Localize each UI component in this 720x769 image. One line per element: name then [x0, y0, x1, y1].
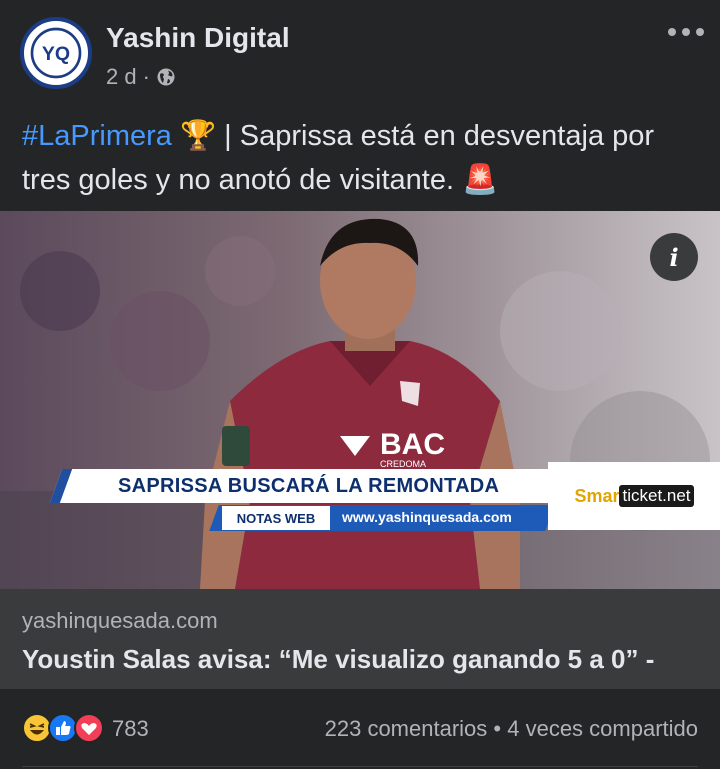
reaction-count[interactable]: 783 — [112, 716, 149, 742]
love-icon — [74, 713, 104, 743]
sponsor-prefix: Smar — [574, 485, 620, 506]
comments-count[interactable]: 223 comentarios — [325, 716, 488, 741]
image-url-overlay: www.yashinquesada.com — [342, 509, 512, 525]
post-time[interactable]: 2 d — [106, 64, 137, 90]
shares-count[interactable]: 4 veces compartido — [507, 716, 698, 741]
jersey-sponsor: BAC — [380, 428, 445, 461]
globe-icon — [157, 68, 175, 86]
more-dot — [682, 28, 690, 36]
trophy-icon: 🏆 — [179, 120, 217, 152]
more-dot — [668, 28, 676, 36]
hashtag-link[interactable]: #LaPrimera — [22, 120, 172, 152]
post-text: #LaPrimera 🏆 | Saprissa está en desventa… — [22, 114, 702, 202]
reactions-summary[interactable] — [22, 713, 108, 743]
count-separator: • — [493, 716, 502, 741]
info-button[interactable]: i — [650, 233, 698, 281]
avatar-logo-text: YQ — [42, 43, 70, 65]
page-avatar[interactable]: YQ — [20, 17, 92, 89]
banner-title: SAPRISSA BUSCARÁ LA REMONTADA — [118, 475, 500, 497]
page-logo: YQ — [27, 24, 85, 82]
post-meta: 2 d · — [106, 64, 176, 90]
notas-label: NOTAS WEB — [222, 506, 330, 530]
sponsor-logo: Smar ticket.net — [548, 462, 720, 530]
player-photo: BAC CREDOMA — [0, 211, 720, 589]
sponsor-suffix: ticket.net — [619, 485, 694, 507]
jersey-sponsor-sub: CREDOMA — [380, 459, 426, 469]
engagement-counts: 223 comentarios • 4 veces compartido — [325, 716, 698, 742]
post-image[interactable]: BAC CREDOMA — [0, 211, 720, 589]
more-dot — [696, 28, 704, 36]
link-domain: yashinquesada.com — [22, 608, 218, 633]
more-options-button[interactable] — [668, 20, 704, 44]
link-headline[interactable]: Youstin Salas avisa: “Me visualizo ganan… — [22, 644, 654, 675]
divider — [22, 766, 698, 767]
post-header: YQ Yashin Digital 2 d · — [0, 0, 720, 100]
page-name[interactable]: Yashin Digital — [106, 22, 290, 54]
meta-separator: · — [142, 64, 150, 89]
siren-icon: 🚨 — [462, 164, 499, 196]
